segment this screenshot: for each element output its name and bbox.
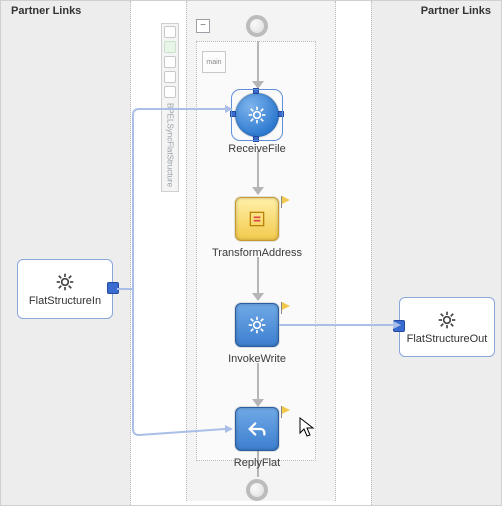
wire-links: [1, 1, 502, 507]
